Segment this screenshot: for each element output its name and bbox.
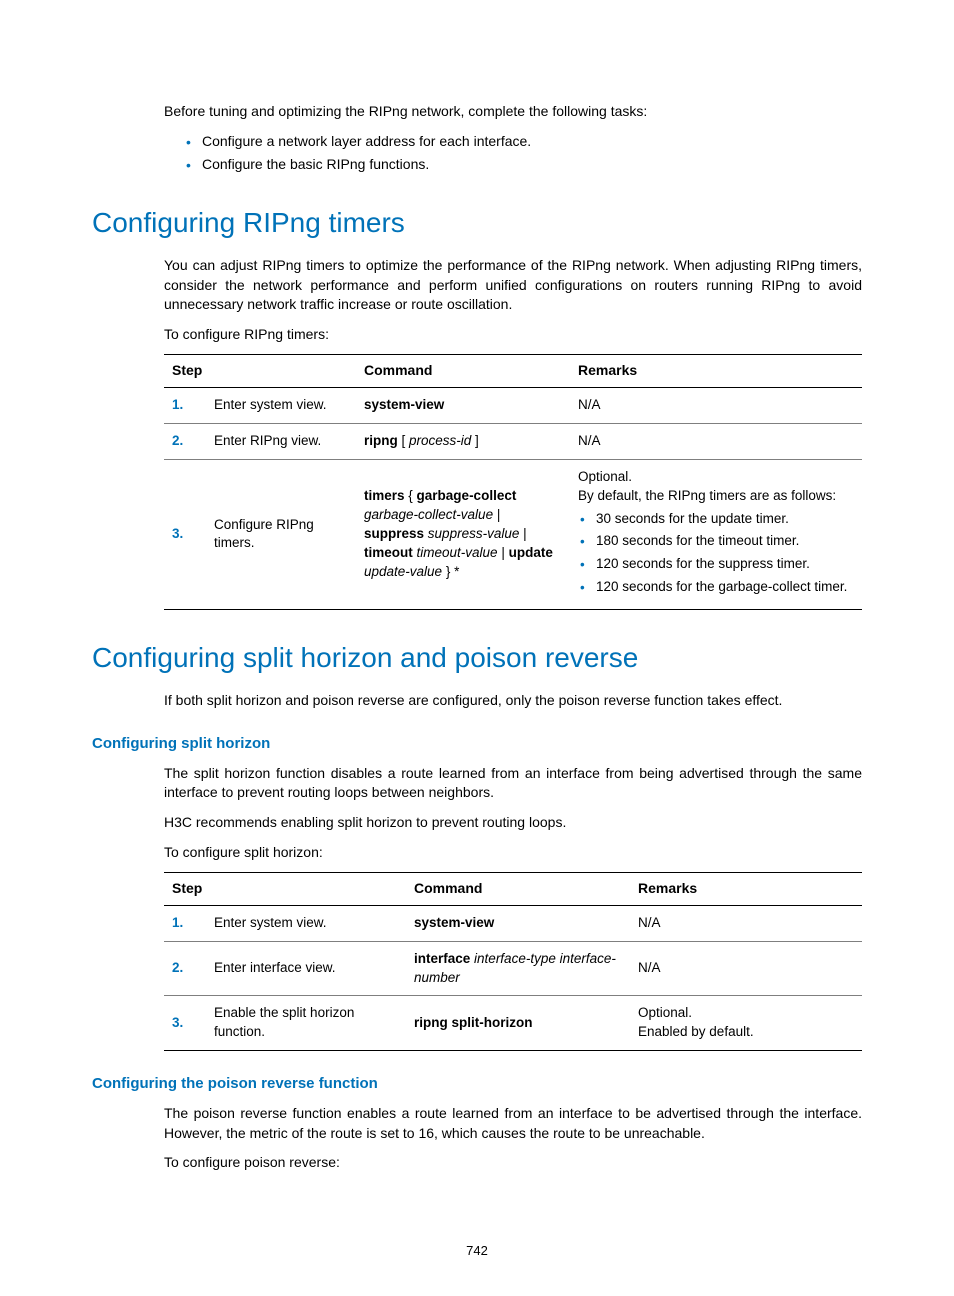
step-num: 2. <box>164 941 206 996</box>
step-text: Enter system view. <box>206 905 406 941</box>
step-text: Configure RIPng timers. <box>206 459 356 609</box>
step-remarks: N/A <box>630 905 862 941</box>
timers-table: Step Command Remarks 1. Enter system vie… <box>164 354 862 610</box>
subsection-title-poison-reverse: Configuring the poison reverse function <box>92 1073 862 1094</box>
step-remarks: N/A <box>570 423 862 459</box>
step-num: 3. <box>164 996 206 1051</box>
step-command: interface interface-type interface-numbe… <box>406 941 630 996</box>
table-row: 2. Enter RIPng view. ripng [ process-id … <box>164 423 862 459</box>
step-text: Enter system view. <box>206 387 356 423</box>
timers-lead: To configure RIPng timers: <box>164 325 862 345</box>
page-number: 742 <box>0 1242 954 1260</box>
step-command: ripng split-horizon <box>406 996 630 1051</box>
split-intro: If both split horizon and poison reverse… <box>164 691 862 711</box>
list-item: Configure a network layer address for ea… <box>202 132 862 152</box>
intro-block: Before tuning and optimizing the RIPng n… <box>164 102 862 175</box>
step-remarks: N/A <box>570 387 862 423</box>
intro-bullets: Configure a network layer address for ea… <box>164 132 862 175</box>
table-row: 3. Configure RIPng timers. timers { garb… <box>164 459 862 609</box>
timers-content: You can adjust RIPng timers to optimize … <box>164 256 862 610</box>
step-num: 1. <box>164 905 206 941</box>
table-row: 2. Enter interface view. interface inter… <box>164 941 862 996</box>
page: Before tuning and optimizing the RIPng n… <box>0 0 954 1296</box>
step-text: Enter RIPng view. <box>206 423 356 459</box>
col-command: Command <box>356 355 570 388</box>
table-row: 1. Enter system view. system-view N/A <box>164 905 862 941</box>
step-num: 2. <box>164 423 206 459</box>
col-remarks: Remarks <box>630 873 862 906</box>
split-horizon-lead: To configure split horizon: <box>164 843 862 863</box>
col-step: Step <box>164 355 356 388</box>
step-num: 3. <box>164 459 206 609</box>
section-title-split: Configuring split horizon and poison rev… <box>92 638 862 677</box>
step-remarks: Optional.By default, the RIPng timers ar… <box>570 459 862 609</box>
poison-reverse-lead: To configure poison reverse: <box>164 1153 862 1173</box>
step-remarks: N/A <box>630 941 862 996</box>
split-para: If both split horizon and poison reverse… <box>164 691 862 711</box>
poison-reverse-content: The poison reverse function enables a ro… <box>164 1104 862 1173</box>
step-num: 1. <box>164 387 206 423</box>
subsection-title-split-horizon: Configuring split horizon <box>92 733 862 754</box>
section-title-timers: Configuring RIPng timers <box>92 203 862 242</box>
intro-lead: Before tuning and optimizing the RIPng n… <box>164 102 862 122</box>
col-command: Command <box>406 873 630 906</box>
col-step: Step <box>164 873 406 906</box>
step-remarks: Optional.Enabled by default. <box>630 996 862 1051</box>
table-row: 3. Enable the split horizon function. ri… <box>164 996 862 1051</box>
step-text: Enable the split horizon function. <box>206 996 406 1051</box>
step-command: system-view <box>356 387 570 423</box>
timers-para: You can adjust RIPng timers to optimize … <box>164 256 862 315</box>
step-command: timers { garbage-collect garbage-collect… <box>356 459 570 609</box>
step-text: Enter interface view. <box>206 941 406 996</box>
step-command: ripng [ process-id ] <box>356 423 570 459</box>
col-remarks: Remarks <box>570 355 862 388</box>
split-horizon-para2: H3C recommends enabling split horizon to… <box>164 813 862 833</box>
split-horizon-table: Step Command Remarks 1. Enter system vie… <box>164 872 862 1051</box>
step-command: system-view <box>406 905 630 941</box>
split-horizon-content: The split horizon function disables a ro… <box>164 764 862 1051</box>
table-row: 1. Enter system view. system-view N/A <box>164 387 862 423</box>
poison-reverse-para: The poison reverse function enables a ro… <box>164 1104 862 1143</box>
list-item: Configure the basic RIPng functions. <box>202 155 862 175</box>
split-horizon-para1: The split horizon function disables a ro… <box>164 764 862 803</box>
